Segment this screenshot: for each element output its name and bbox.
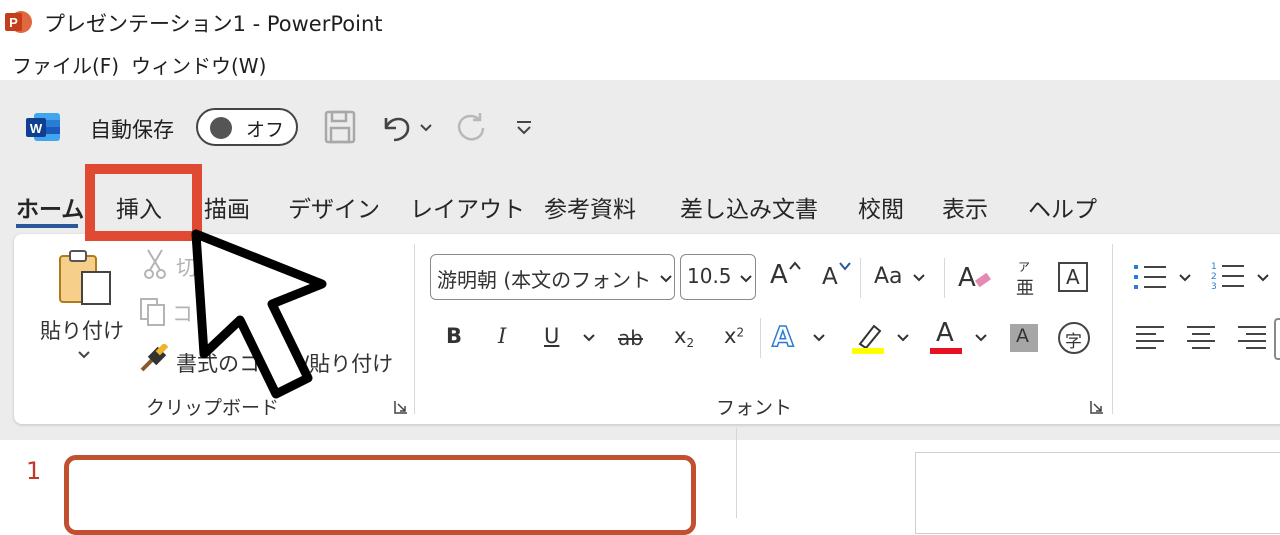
subscript-x: x: [674, 324, 687, 348]
bold-button[interactable]: B: [446, 324, 462, 348]
numbering-icon[interactable]: 1 2 3: [1210, 258, 1248, 294]
tab-home[interactable]: ホーム: [16, 190, 84, 224]
format-painter-icon[interactable]: [138, 344, 172, 376]
autosave-label: 自動保存: [90, 118, 174, 142]
pane-divider[interactable]: [736, 428, 737, 518]
font-name-dropdown-icon[interactable]: [659, 273, 673, 285]
svg-text:P: P: [9, 15, 18, 30]
paste-dropdown-icon[interactable]: [76, 348, 92, 362]
change-case-button[interactable]: Aa: [874, 264, 903, 289]
enclose-characters-glyph: 字: [1065, 332, 1082, 352]
control-separator: [760, 318, 761, 358]
text-effects-button[interactable]: A: [771, 319, 794, 354]
tab-draw[interactable]: 描画: [204, 190, 250, 224]
superscript-button[interactable]: x2: [724, 324, 744, 348]
group-separator: [414, 244, 415, 414]
cut-icon[interactable]: [142, 248, 168, 280]
undo-dropdown-icon[interactable]: [418, 108, 434, 146]
customize-qat-icon[interactable]: [512, 108, 536, 146]
font-size-combo[interactable]: 10.5: [680, 254, 756, 300]
group-separator: [1112, 244, 1113, 414]
paste-label[interactable]: 貼り付け: [40, 315, 124, 345]
character-shading-button[interactable]: A: [1010, 324, 1038, 352]
font-size-value: 10.5: [687, 264, 732, 288]
svg-text:2: 2: [1211, 272, 1217, 282]
tab-design[interactable]: デザイン: [288, 190, 380, 224]
font-group-label: フォント: [716, 397, 793, 419]
tab-layout[interactable]: レイアウト: [410, 190, 525, 224]
change-case-dropdown-icon[interactable]: [912, 272, 926, 284]
control-separator: [944, 258, 945, 298]
font-color-dropdown-icon[interactable]: [974, 332, 988, 344]
strikethrough-button[interactable]: ab: [618, 326, 643, 350]
toggle-knob: [210, 117, 232, 139]
font-size-dropdown-icon[interactable]: [739, 273, 753, 285]
slide-canvas[interactable]: [915, 452, 1280, 534]
bullets-dropdown-icon[interactable]: [1178, 272, 1192, 284]
paste-icon[interactable]: [56, 248, 114, 308]
copy-icon[interactable]: [138, 296, 168, 328]
font-name-value: 游明朝 (本文のフォント: [437, 268, 652, 292]
powerpoint-app-icon: P: [5, 11, 32, 33]
grow-arrow-icon: [789, 261, 801, 270]
font-color-button[interactable]: A: [936, 318, 954, 348]
underline-button[interactable]: U: [544, 324, 559, 348]
control-separator: [860, 258, 861, 298]
redo-icon[interactable]: [451, 108, 489, 146]
svg-text:A: A: [958, 263, 976, 293]
mouse-pointer-icon: [191, 229, 327, 399]
phonetic-guide-ruby: ア: [1018, 260, 1031, 274]
svg-text:W: W: [30, 121, 43, 136]
autosave-state: オフ: [246, 119, 285, 141]
superscript-mark: 2: [736, 325, 745, 340]
menu-window[interactable]: ウィンドウ(W): [131, 50, 266, 79]
clear-formatting-icon[interactable]: A: [956, 258, 996, 294]
word-app-icon[interactable]: W: [24, 110, 62, 144]
italic-button[interactable]: I: [498, 324, 506, 348]
superscript-x: x: [724, 324, 737, 348]
autosave-toggle[interactable]: オフ: [196, 108, 298, 146]
character-border-letter: A: [1066, 265, 1080, 289]
align-center-icon[interactable]: [1184, 322, 1218, 354]
shrink-arrow-icon: [839, 262, 851, 271]
grow-font-button[interactable]: A: [770, 260, 788, 290]
shrink-font-button[interactable]: A: [822, 264, 838, 290]
window-title: プレゼンテーション1 - PowerPoint: [44, 12, 383, 36]
tab-review[interactable]: 校閲: [858, 190, 904, 224]
character-shading-letter: A: [1016, 325, 1029, 347]
bullets-icon[interactable]: [1132, 260, 1170, 294]
slide-number: 1: [26, 457, 42, 485]
slide-thumbnail[interactable]: [64, 455, 696, 535]
underline-dropdown-icon[interactable]: [582, 332, 596, 344]
undo-icon[interactable]: [378, 108, 414, 146]
align-right-icon[interactable]: [1234, 322, 1268, 354]
tab-help[interactable]: ヘルプ: [1028, 190, 1097, 224]
subscript-mark: 2: [686, 336, 695, 351]
phonetic-guide-button[interactable]: 亜: [1016, 274, 1034, 300]
subscript-button[interactable]: x2: [674, 324, 694, 350]
numbering-dropdown-icon[interactable]: [1256, 272, 1270, 284]
highlighter-dropdown-icon[interactable]: [896, 332, 910, 344]
highlight-box: [85, 164, 202, 241]
justify-button-partial[interactable]: [1274, 318, 1280, 360]
active-tab-indicator: [16, 224, 78, 228]
tab-references[interactable]: 参考資料: [544, 190, 636, 224]
tab-mailings[interactable]: 差し込み文書: [680, 190, 818, 224]
clipboard-dialog-launcher-icon[interactable]: [394, 400, 408, 414]
text-effects-dropdown-icon[interactable]: [812, 332, 826, 344]
font-dialog-launcher-icon[interactable]: [1090, 400, 1104, 414]
save-icon[interactable]: [323, 108, 357, 146]
align-left-icon[interactable]: [1134, 322, 1168, 354]
font-color-swatch: [930, 348, 962, 354]
font-name-combo[interactable]: 游明朝 (本文のフォント: [430, 254, 675, 300]
character-border-button[interactable]: A: [1058, 262, 1088, 292]
tab-view[interactable]: 表示: [942, 190, 988, 224]
svg-text:1: 1: [1211, 262, 1217, 272]
menu-file[interactable]: ファイル(F): [12, 50, 119, 79]
enclose-characters-button[interactable]: 字: [1058, 322, 1090, 354]
highlighter-icon[interactable]: [850, 320, 886, 356]
svg-text:3: 3: [1211, 282, 1217, 292]
